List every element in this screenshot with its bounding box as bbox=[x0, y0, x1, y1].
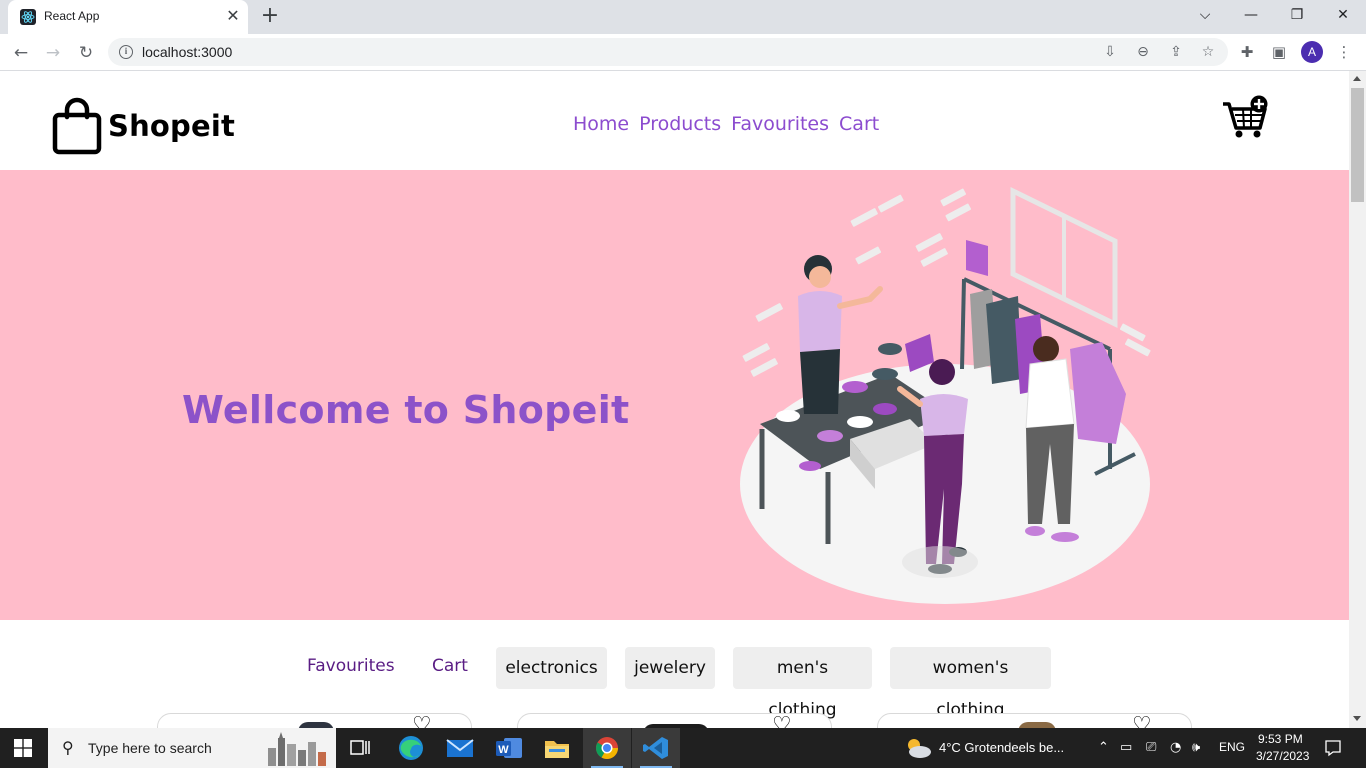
cart-plus-icon[interactable] bbox=[1221, 95, 1273, 141]
category-womens-clothing-button[interactable]: women's clothing bbox=[890, 647, 1051, 720]
brand-logo-text[interactable]: Shopeit bbox=[108, 109, 235, 143]
meet-now-icon[interactable]: ⎚ bbox=[1146, 740, 1156, 755]
product-card[interactable]: ♡ bbox=[157, 713, 472, 728]
browser-tab-strip: React App ✕ + ⌵ — ❐ ✕ bbox=[0, 0, 1366, 34]
product-card[interactable]: ♡ bbox=[877, 713, 1192, 728]
share-icon[interactable]: ⇪ bbox=[1166, 43, 1186, 61]
browser-tab[interactable]: React App ✕ bbox=[8, 0, 248, 34]
filter-cart-link[interactable]: Cart bbox=[432, 656, 468, 676]
tab-close-icon[interactable]: ✕ bbox=[224, 6, 242, 26]
install-app-icon[interactable]: ⇩ bbox=[1100, 43, 1120, 61]
task-view-icon[interactable] bbox=[336, 728, 384, 768]
category-jewelery-button[interactable]: jewelery bbox=[625, 647, 715, 689]
chrome-icon[interactable] bbox=[583, 728, 631, 768]
language-indicator[interactable]: ENG bbox=[1219, 740, 1245, 754]
filter-favourites-link[interactable]: Favourites bbox=[307, 656, 395, 676]
main-nav: Home Products Favourites Cart bbox=[573, 113, 879, 135]
minimize-button[interactable]: — bbox=[1228, 0, 1274, 32]
volume-icon[interactable]: 🕪 bbox=[1192, 740, 1200, 755]
restore-button[interactable]: ❐ bbox=[1274, 0, 1320, 32]
taskbar-search-placeholder: Type here to search bbox=[88, 740, 212, 756]
search-icon: ⚲ bbox=[62, 738, 74, 757]
back-arrow-icon[interactable]: ← bbox=[8, 40, 34, 66]
new-tab-button[interactable]: + bbox=[258, 4, 282, 28]
hero-banner: Wellcome to Shopeit bbox=[0, 170, 1349, 620]
tab-search-chevron-icon[interactable]: ⌵ bbox=[1182, 0, 1228, 32]
scroll-up-arrow-icon[interactable] bbox=[1353, 76, 1361, 81]
extensions-puzzle-icon[interactable]: ✚ bbox=[1237, 42, 1257, 62]
shopping-bag-icon[interactable] bbox=[52, 97, 102, 155]
nav-home-link[interactable]: Home bbox=[573, 113, 629, 135]
scrollbar-thumb[interactable] bbox=[1351, 88, 1364, 202]
clock-time[interactable]: 9:53 PM bbox=[1258, 732, 1303, 746]
weather-partly-cloudy-icon[interactable] bbox=[903, 736, 933, 760]
page-viewport: Shopeit Home Products Favourites Cart We… bbox=[0, 71, 1349, 728]
weather-text[interactable]: 4°C Grotendeels be... bbox=[939, 740, 1064, 755]
bookmark-star-icon[interactable]: ☆ bbox=[1198, 43, 1218, 61]
heart-outline-icon[interactable]: ♡ bbox=[412, 715, 432, 729]
clock-date[interactable]: 3/27/2023 bbox=[1256, 749, 1309, 763]
page-scrollbar[interactable] bbox=[1349, 71, 1366, 728]
heart-outline-icon[interactable]: ♡ bbox=[772, 715, 792, 729]
category-filter-bar: Favourites Cart electronics jewelery men… bbox=[0, 647, 1349, 720]
notifications-icon[interactable] bbox=[1324, 739, 1342, 757]
side-panel-icon[interactable]: ▣ bbox=[1269, 42, 1289, 62]
word-icon[interactable]: W bbox=[485, 728, 533, 768]
profile-avatar[interactable]: A bbox=[1301, 41, 1323, 63]
nav-favourites-link[interactable]: Favourites bbox=[731, 113, 829, 135]
wifi-icon[interactable]: ◔ bbox=[1170, 740, 1181, 755]
browser-toolbar: ← → ↻ i localhost:3000 ⇩ ⊖ ⇪ ☆ ✚ ▣ A ⋮ bbox=[0, 34, 1366, 71]
product-card[interactable]: ♡ bbox=[517, 713, 832, 728]
address-bar[interactable]: i localhost:3000 ⇩ ⊖ ⇪ ☆ bbox=[108, 38, 1228, 66]
windows-taskbar: ⚲ Type here to search W 4°C Grotendeels … bbox=[0, 728, 1366, 768]
svg-text:W: W bbox=[498, 744, 509, 756]
shopping-store-illustration bbox=[740, 186, 1151, 604]
mail-icon[interactable] bbox=[436, 728, 484, 768]
reload-icon[interactable]: ↻ bbox=[73, 40, 99, 66]
category-electronics-button[interactable]: electronics bbox=[496, 647, 607, 689]
category-mens-clothing-button[interactable]: men's clothing bbox=[733, 647, 872, 720]
forward-arrow-icon[interactable]: → bbox=[40, 40, 66, 66]
browser-menu-icon[interactable]: ⋮ bbox=[1334, 42, 1354, 62]
tab-title: React App bbox=[44, 9, 100, 23]
search-highlight-city-icon bbox=[268, 732, 326, 766]
file-explorer-icon[interactable] bbox=[533, 728, 581, 768]
zoom-icon[interactable]: ⊖ bbox=[1133, 43, 1153, 61]
scroll-down-arrow-icon[interactable] bbox=[1353, 716, 1361, 721]
battery-icon[interactable]: ▭ bbox=[1120, 740, 1132, 755]
chevron-up-icon[interactable]: ⌃ bbox=[1098, 740, 1109, 755]
edge-browser-icon[interactable] bbox=[387, 728, 435, 768]
site-info-icon[interactable]: i bbox=[119, 45, 133, 59]
nav-cart-link[interactable]: Cart bbox=[839, 113, 879, 135]
windows-start-icon[interactable] bbox=[14, 739, 32, 757]
vscode-icon[interactable] bbox=[632, 728, 680, 768]
address-url[interactable]: localhost:3000 bbox=[142, 44, 232, 60]
nav-products-link[interactable]: Products bbox=[639, 113, 721, 135]
taskbar-search-box[interactable]: ⚲ Type here to search bbox=[48, 728, 336, 768]
close-window-button[interactable]: ✕ bbox=[1320, 0, 1366, 32]
react-favicon-icon bbox=[20, 9, 36, 25]
heart-outline-icon[interactable]: ♡ bbox=[1132, 715, 1152, 729]
hero-title: Wellcome to Shopeit bbox=[182, 388, 630, 432]
site-header: Shopeit Home Products Favourites Cart bbox=[0, 71, 1349, 170]
